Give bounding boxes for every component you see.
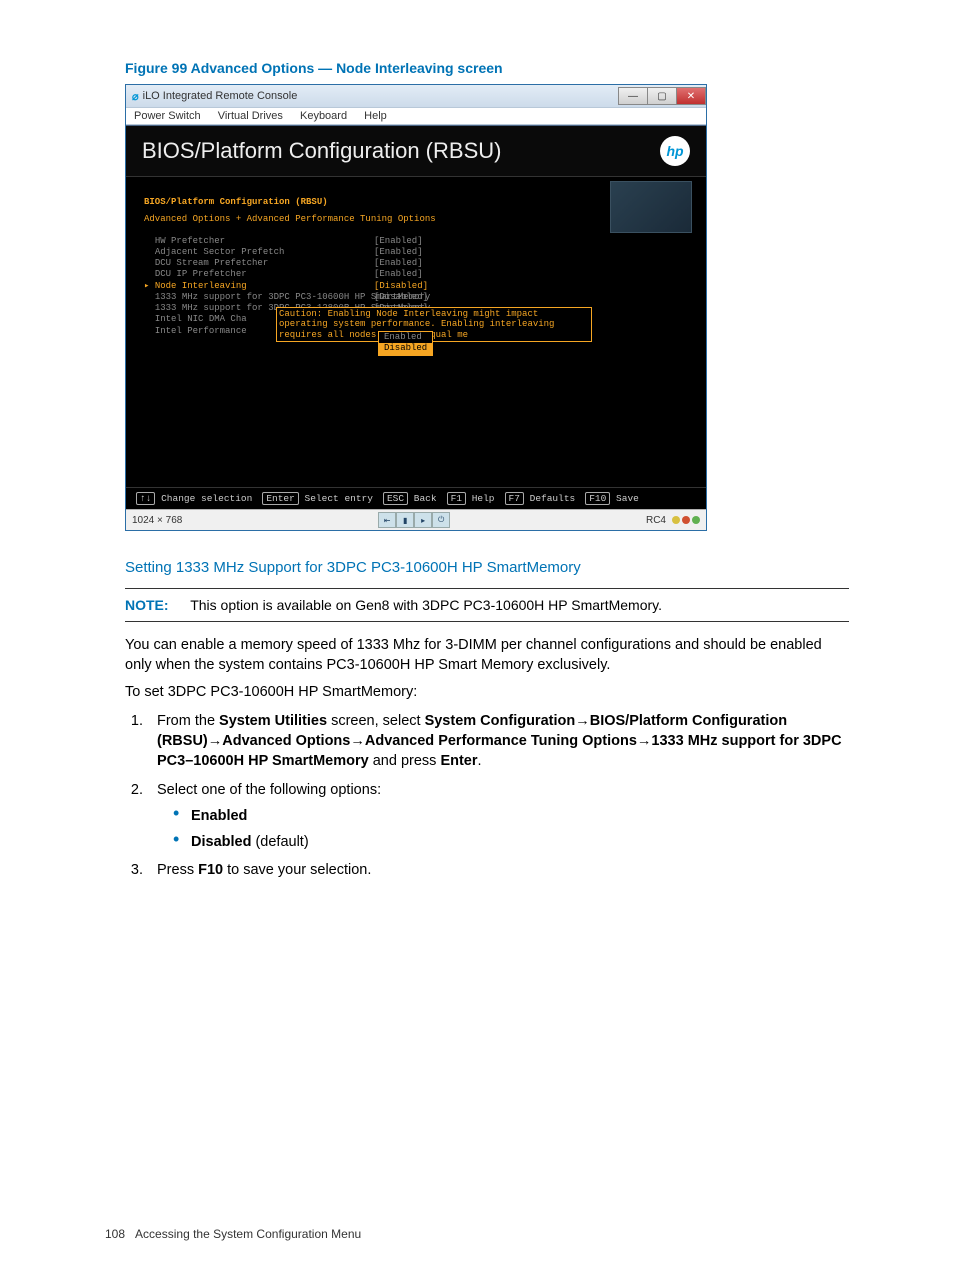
text: From the (157, 713, 219, 729)
breadcrumb-path: Advanced Options + Advanced Performance … (144, 214, 688, 225)
dropdown-option-enabled[interactable]: Enabled (379, 332, 432, 343)
text: and press (369, 753, 441, 769)
server-image (610, 181, 692, 233)
ui-name: Advanced Performance Tuning Options (365, 733, 637, 749)
close-button[interactable]: ✕ (676, 87, 706, 105)
key-f1-label: Help (472, 493, 495, 504)
breadcrumb-root: BIOS/Platform Configuration (RBSU) (144, 197, 328, 207)
key-f10-label: Save (616, 493, 639, 504)
led-red-icon (682, 516, 690, 524)
text: screen, select (327, 713, 425, 729)
window-menubar: Power Switch Virtual Drives Keyboard Hel… (126, 107, 706, 125)
text: Select one of the following options: (157, 782, 381, 798)
caution-box: Caution: Enabling Node Interleaving migh… (276, 307, 592, 342)
maximize-button[interactable]: ▢ (647, 87, 677, 105)
ui-name: Advanced Options (222, 733, 350, 749)
steps-list: From the System Utilities screen, select… (125, 711, 849, 881)
opt-name-selected[interactable]: Node Interleaving (144, 281, 374, 292)
key-f10-icon: F10 (585, 492, 610, 505)
opt-val-selected: [Disabled] (374, 281, 428, 292)
key-updown-label: Change selection (161, 493, 252, 504)
text: Press (157, 862, 198, 878)
option-label: Enabled (191, 808, 247, 824)
key-f1-icon: F1 (447, 492, 466, 505)
step-2: Select one of the following options: Ena… (147, 780, 849, 853)
window-title: iLO Integrated Remote Console (143, 90, 298, 102)
bios-header: BIOS/Platform Configuration (RBSU) hp (126, 125, 706, 177)
menu-help[interactable]: Help (364, 110, 387, 122)
opt-val: [Disabled] (374, 292, 428, 303)
opt-name: DCU IP Prefetcher (144, 269, 374, 280)
status-button[interactable]: ⇤ (378, 512, 396, 528)
bios-footer-keys: ↑↓ Change selection Enter Select entry E… (126, 487, 706, 509)
key-esc-icon: ESC (383, 492, 408, 505)
hp-icon: ⌀ (132, 90, 139, 103)
opt-val: [Enabled] (374, 269, 423, 280)
key-esc-label: Back (414, 493, 437, 504)
key-updown-icon: ↑↓ (136, 492, 155, 505)
hp-logo-icon: hp (660, 136, 690, 166)
note-block: NOTE: This option is available on Gen8 w… (125, 588, 849, 622)
ui-name: System Utilities (219, 713, 327, 729)
status-rc: RC4 (646, 515, 666, 526)
led-yellow-icon (672, 516, 680, 524)
key-name: Enter (440, 753, 477, 769)
footer-text: Accessing the System Configuration Menu (135, 1227, 361, 1241)
status-leds (672, 516, 700, 524)
option-label: Disabled (191, 834, 251, 850)
menu-virtual-drives[interactable]: Virtual Drives (218, 110, 283, 122)
bios-body: BIOS/Platform Configuration (RBSU) Advan… (126, 177, 706, 487)
opt-val: [Enabled] (374, 258, 423, 269)
section-heading: Setting 1333 MHz Support for 3DPC PC3-10… (125, 559, 849, 576)
step-3: Press F10 to save your selection. (147, 860, 849, 880)
body-paragraph: To set 3DPC PC3-10600H HP SmartMemory: (125, 683, 849, 703)
menu-keyboard[interactable]: Keyboard (300, 110, 347, 122)
key-name: F10 (198, 862, 223, 878)
menu-power-switch[interactable]: Power Switch (134, 110, 201, 122)
led-green-icon (692, 516, 700, 524)
arrow-icon: → (637, 733, 652, 749)
status-button[interactable]: ▮ (396, 512, 414, 528)
page-number: 108 (105, 1227, 125, 1241)
step-1: From the System Utilities screen, select… (147, 711, 849, 772)
option-enabled: Enabled (191, 806, 849, 826)
minimize-button[interactable]: — (618, 87, 648, 105)
page-footer: 108 Accessing the System Configuration M… (105, 1227, 361, 1241)
window-statusbar: 1024 × 768 ⇤ ▮ ▸ ⏻ RC4 (126, 509, 706, 530)
arrow-icon: → (350, 733, 365, 749)
option-disabled: Disabled (default) (191, 832, 849, 852)
text: to save your selection. (223, 862, 371, 878)
opt-name: DCU Stream Prefetcher (144, 258, 374, 269)
opt-val: [Enabled] (374, 236, 423, 247)
opt-name: 1333 MHz support for 3DPC PC3-10600H HP … (144, 292, 374, 303)
opt-val: [Enabled] (374, 247, 423, 258)
text: (default) (251, 834, 308, 850)
dropdown-option-disabled[interactable]: Disabled (379, 343, 432, 354)
status-resolution: 1024 × 768 (132, 515, 182, 526)
bios-title: BIOS/Platform Configuration (RBSU) (142, 138, 501, 164)
arrow-icon: → (208, 733, 223, 749)
opt-name: HW Prefetcher (144, 236, 374, 247)
ui-name: System Configuration (425, 713, 576, 729)
arrow-icon: → (575, 713, 590, 729)
opt-name: Adjacent Sector Prefetch (144, 247, 374, 258)
node-interleaving-dropdown[interactable]: Enabled Disabled (378, 331, 433, 356)
key-enter-label: Select entry (305, 493, 373, 504)
ilo-window: ⌀ iLO Integrated Remote Console — ▢ ✕ Po… (125, 84, 707, 531)
key-enter-icon: Enter (262, 492, 299, 505)
key-f7-label: Defaults (530, 493, 576, 504)
window-titlebar: ⌀ iLO Integrated Remote Console — ▢ ✕ (126, 85, 706, 107)
status-button[interactable]: ▸ (414, 512, 432, 528)
figure-caption: Figure 99 Advanced Options — Node Interl… (125, 60, 849, 76)
note-label: NOTE: (125, 597, 169, 613)
key-f7-icon: F7 (505, 492, 524, 505)
note-text: This option is available on Gen8 with 3D… (190, 597, 662, 613)
body-paragraph: You can enable a memory speed of 1333 Mh… (125, 636, 849, 675)
status-button[interactable]: ⏻ (432, 512, 450, 528)
